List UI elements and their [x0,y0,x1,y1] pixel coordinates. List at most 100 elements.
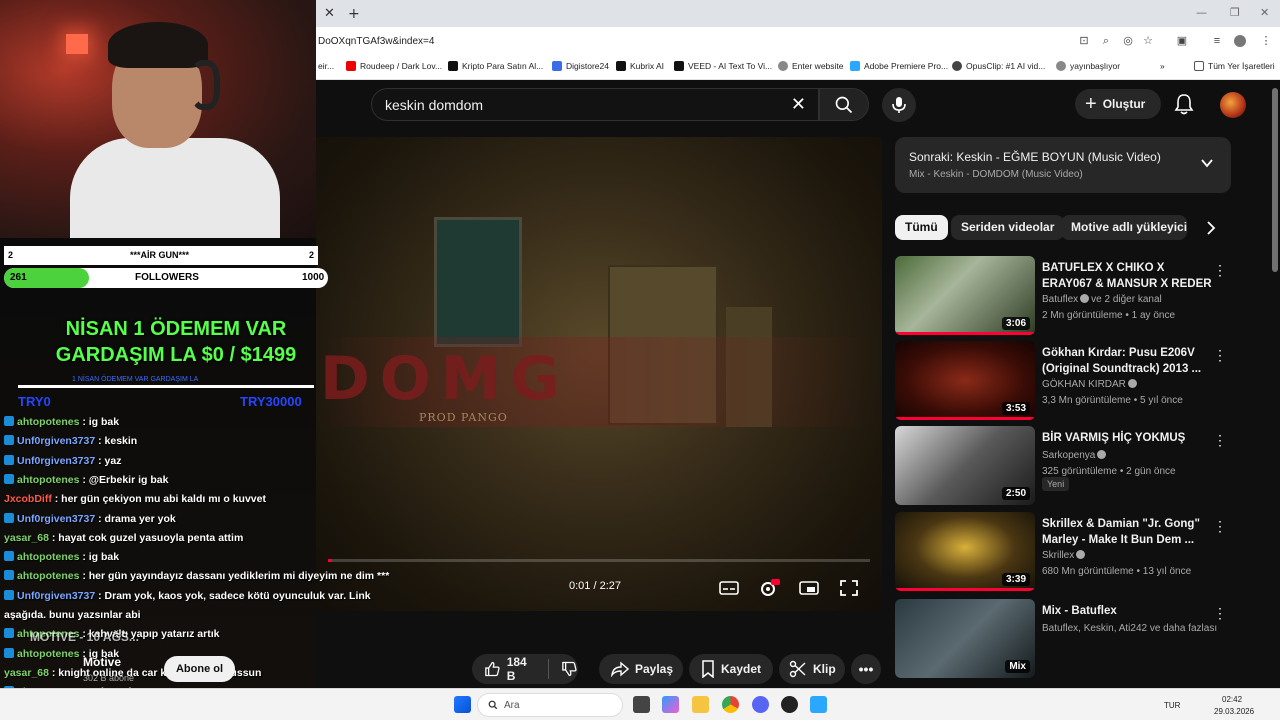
clear-search-icon[interactable]: ✕ [791,94,806,115]
verified-icon [1097,450,1107,459]
discord-icon[interactable] [752,696,769,713]
voice-search-button[interactable] [882,88,916,122]
video-title[interactable]: Skrillex & Damian "Jr. Gong" Marley - Ma… [1042,516,1214,548]
profile-icon[interactable] [1234,35,1246,47]
chat-message: ahtopotenes : her gün yayındayız dassanı… [4,570,389,582]
window-close-icon[interactable]: ✕ [1260,6,1269,19]
bookmark-item[interactable]: OpusClip: #1 AI vid... [952,61,1045,71]
bookmark-item[interactable]: Enter website [778,61,844,71]
search-button[interactable] [819,88,869,121]
bookmark-label: eir... [318,61,335,71]
video-thumbnail[interactable]: 3:39 [895,512,1035,591]
more-actions-button[interactable]: ••• [851,654,881,684]
search-input[interactable]: keskin domdom ✕ [371,88,819,121]
star-icon[interactable]: ☆ [1142,35,1154,47]
menu-icon[interactable]: ⋮ [1260,35,1272,47]
tab-close-icon[interactable]: ✕ [324,6,335,21]
bookmarks-overflow-icon[interactable]: » [1160,61,1165,71]
youtube-header: keskin domdom ✕ + Oluştur [316,80,1280,128]
chevron-right-icon[interactable] [1204,220,1218,236]
more-vertical-icon[interactable]: ⋮ [1213,262,1227,279]
language-indicator[interactable]: TUR [1164,701,1180,710]
up-next-panel[interactable]: Sonraki: Keskin - EĞME BOYUN (Music Vide… [895,137,1231,193]
bookmark-item[interactable]: Kubrix AI [616,61,664,71]
like-count[interactable]: 184 B [507,655,537,683]
bookmark-item[interactable]: Roudeep / Dark Lov... [346,61,442,71]
zoom-icon[interactable]: ⌕ [1100,35,1112,47]
save-button[interactable]: Kaydet [689,654,773,684]
bookmark-item[interactable]: VEED - AI Text To Vi... [674,61,772,71]
minimize-icon[interactable]: — [1196,6,1207,19]
more-vertical-icon[interactable]: ⋮ [1213,347,1227,364]
address-bar[interactable]: DoOXqnTGAf3w&index=4 ⊡ ⌕ ◎ ☆ ▣ ≡ ⋮ [316,27,1280,57]
chevron-down-icon[interactable] [1199,155,1215,171]
thumbs-down-icon[interactable] [561,660,578,678]
bookmark-item[interactable]: Digistore24 [552,61,609,71]
restore-icon[interactable]: ❐ [1230,6,1240,19]
url-text[interactable]: DoOXqnTGAf3w&index=4 [318,36,434,47]
recommendation-item[interactable]: 2:50 BİR VARMIŞ HİÇ YOKMUŞ Sarkopenya 325 g… [895,426,1231,506]
task-view-icon[interactable] [633,696,650,713]
video-title[interactable]: Mix - Batuflex [1042,603,1214,619]
bookmark-item[interactable]: eir... [318,61,334,71]
clip-button[interactable]: Klip [779,654,845,684]
like-dislike-group: 184 B [472,654,578,684]
bookmark-item[interactable]: Kripto Para Satın Al... [448,61,543,71]
miniplayer-icon[interactable] [798,579,820,597]
bookmark-item[interactable]: yayınbaşlıyor [1056,61,1120,71]
video-channel[interactable]: Sarkopenya [1042,450,1095,461]
video-channel[interactable]: Batuflex [1042,294,1078,305]
channel-name[interactable]: Motive [83,655,121,669]
subtitles-icon[interactable] [718,579,740,597]
clock-time[interactable]: 02:42 [1222,695,1242,704]
video-thumbnail[interactable]: 3:53 [895,341,1035,420]
install-app-icon[interactable]: ⊡ [1078,35,1090,47]
new-tab-icon[interactable]: + [348,6,360,22]
video-title[interactable]: BİR VARMIŞ HİÇ YOKMUŞ [1042,430,1214,446]
bookmark-item[interactable]: Adobe Premiere Pro... [850,61,948,71]
subscribe-button[interactable]: Abone ol [164,656,235,682]
fullscreen-icon[interactable] [838,579,860,597]
chrome-icon[interactable] [722,696,739,713]
twitch-badge-icon [4,647,14,658]
video-thumbnail[interactable]: 3:06 [895,256,1035,335]
eye-off-icon[interactable]: ◎ [1122,35,1134,47]
more-vertical-icon[interactable]: ⋮ [1213,518,1227,535]
chip-all[interactable]: Tümü [895,215,948,240]
notifications-bell-icon[interactable] [1174,93,1194,115]
clock-date[interactable]: 29.03.2026 [1214,707,1254,716]
recommendation-item[interactable]: 3:39 Skrillex & Damian "Jr. Gong" Marley … [895,512,1231,592]
followers-label: FOLLOWERS [135,272,199,283]
recommendation-item[interactable]: Mix Mix - Batuflex Batuflex, Keskin, Ati24… [895,599,1231,679]
chip-series[interactable]: Seriden videolar [951,215,1065,240]
chat-text: : @Erbekir ig bak [79,473,169,486]
taskbar-search[interactable]: Ara [477,693,623,717]
chip-uploader[interactable]: Motive adlı yükleyicide [1061,215,1187,240]
reading-list-icon[interactable]: ≡ [1211,35,1223,47]
file-explorer-icon[interactable] [692,696,709,713]
video-channel[interactable]: Batuflex, Keskin, Ati242 ve daha fazlası [1042,623,1217,634]
video-thumbnail[interactable]: 2:50 [895,426,1035,505]
more-vertical-icon[interactable]: ⋮ [1213,432,1227,449]
bookmark-folder[interactable]: Tüm Yer İşaretleri [1194,61,1275,71]
page-scrollbar[interactable] [1272,88,1278,272]
settings-gear-icon[interactable] [758,579,780,597]
copilot-icon[interactable] [662,696,679,713]
share-button[interactable]: Paylaş [599,654,683,684]
thumbs-up-icon[interactable] [484,660,501,678]
account-avatar[interactable] [1220,92,1246,118]
extensions-icon[interactable]: ▣ [1176,35,1188,47]
video-channel[interactable]: Skrillex [1042,550,1074,561]
video-thumbnail[interactable]: Mix [895,599,1035,678]
create-button[interactable]: + Oluştur [1075,89,1161,119]
obs-icon[interactable] [781,696,798,713]
windows-start-icon[interactable] [454,696,471,713]
video-channel[interactable]: GÖKHAN KIRDAR [1042,379,1126,390]
video-title[interactable]: BATUFLEX X CHIKO X ERAY067 & MANSUR X RE… [1042,260,1214,292]
more-vertical-icon[interactable]: ⋮ [1213,605,1227,622]
search-value[interactable]: keskin domdom [385,97,483,113]
recommendation-item[interactable]: 3:06 BATUFLEX X CHIKO X ERAY067 & MANSUR … [895,256,1231,336]
app-icon[interactable] [810,696,827,713]
video-title[interactable]: Gökhan Kırdar: Pusu E206V (Original Soun… [1042,345,1214,377]
recommendation-item[interactable]: 3:53 Gökhan Kırdar: Pusu E206V (Original … [895,341,1231,421]
